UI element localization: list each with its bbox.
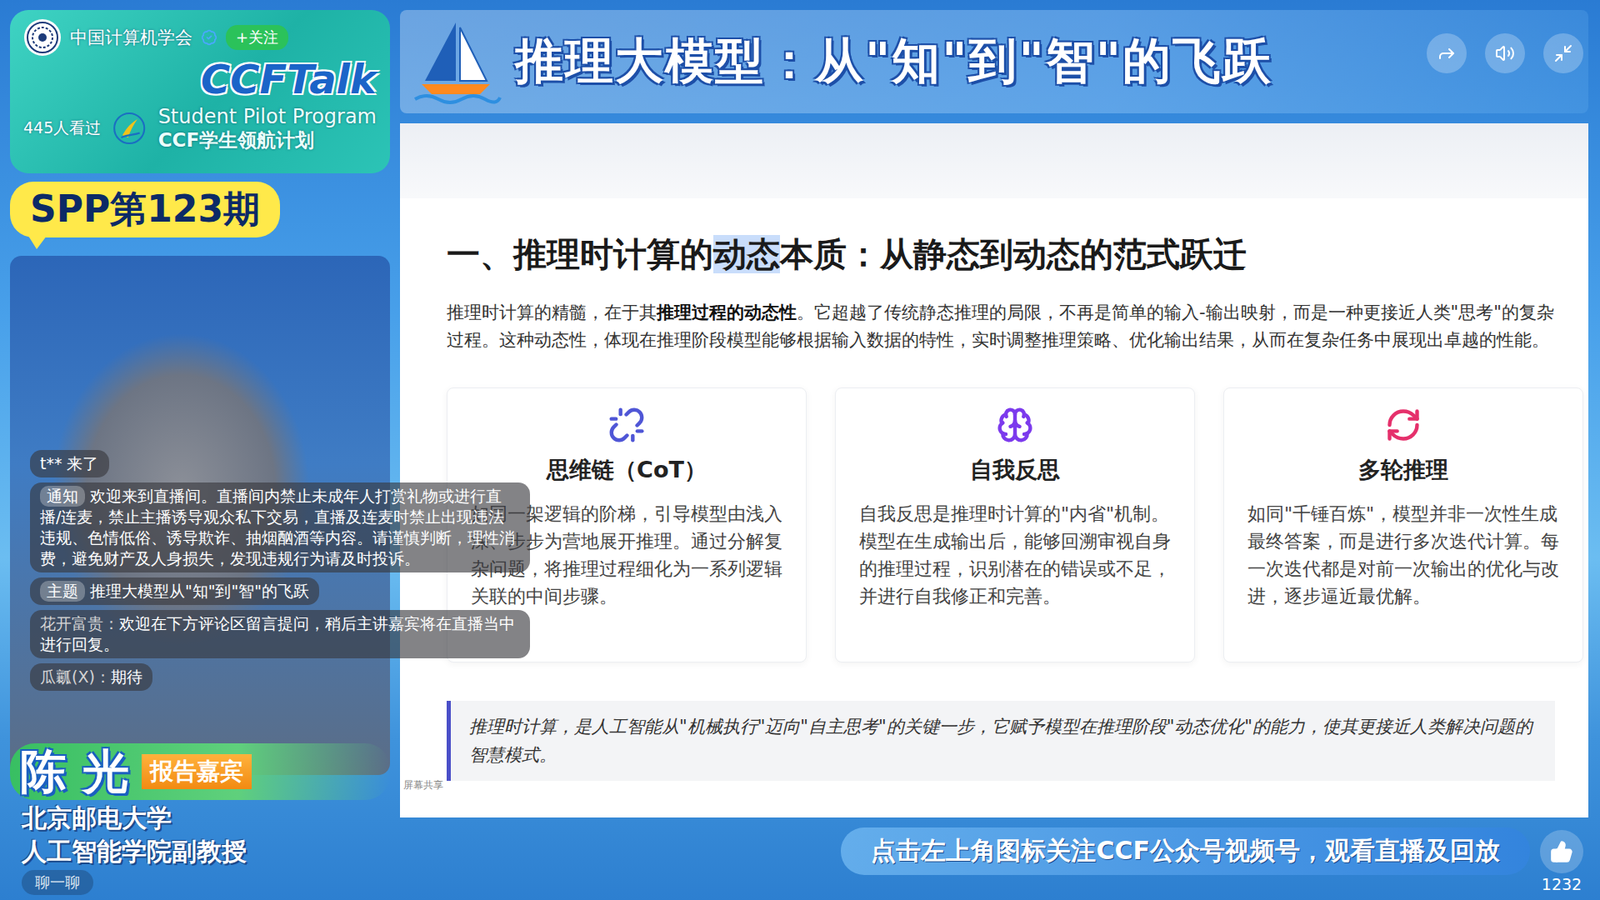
ccf-emblem-icon [23,18,62,57]
like-box: 1232 [1540,830,1584,894]
like-button[interactable] [1540,830,1584,874]
follow-button[interactable]: +关注 [225,25,289,50]
sailboat-logo-icon [410,15,502,108]
heading-part: 动态 [713,235,780,274]
shared-slide: 一、推理时计算的动态本质：从静态到动态的范式跃迁推理时计算的精髓，在于其推理过程… [400,123,1589,818]
concept-card: 多轮推理如同"千锤百炼"，模型并非一次性生成最终答案，而是进行多次迭代计算。每一… [1223,387,1584,663]
card-title: 多轮推理 [1358,455,1449,485]
player-controls [1426,33,1584,74]
title-banner: 推理大模型：从"知"到"智"的飞跃 [400,10,1589,114]
concept-cards: 思维链（CoT）如同一架逻辑的阶梯，引导模型由浅入深、步步为营地展开推理。通过分… [446,387,1589,663]
card-body: 自我反思是推理时计算的"内省"机制。模型在生成输出后，能够回溯审视自身的推理过程… [859,500,1171,610]
volume-icon [1495,43,1515,64]
right-column: 推理大模型：从"知"到"智"的飞跃一、推理时计算的动态本质：从静态到动态的范式跃… [400,10,1589,900]
minimize-button[interactable] [1543,33,1584,74]
verified-icon [200,29,218,46]
volume-button[interactable] [1485,33,1525,74]
chat-user: 花开富贵： [40,614,120,633]
chain-icon [608,406,645,444]
channel-panel: 中国计算机学会 +关注 CCFTalk 445人看过 Student Pilot Pro… [10,10,390,174]
chat-message: 主题推理大模型从"知"到"智"的飞跃 [30,577,320,605]
channel-header: 中国计算机学会 +关注 [23,18,377,57]
live-stream-page: 中国计算机学会 +关注 CCFTalk 445人看过 Student Pilot Pro… [0,0,1600,900]
thumbs-up-icon [1550,840,1574,864]
episode-badge: SPP第123期 [10,181,280,238]
slide-body: 一、推理时计算的动态本质：从静态到动态的范式跃迁推理时计算的精髓，在于其推理过程… [400,198,1589,781]
speaker-affiliation: 北京邮电大学 [10,803,390,834]
chat-message: 瓜瓤(X)：期待 [30,663,153,691]
like-count: 1232 [1541,875,1582,894]
card-title: 自我反思 [970,455,1060,485]
program-title: Student Pilot ProgramCCF学生领航计划 [158,105,377,152]
speaker-role: 报告嘉宾 [141,754,252,790]
slide-heading: 一、推理时计算的动态本质：从静态到动态的范式跃迁 [446,231,1589,278]
screen-share-label: 屏幕共享 [403,778,444,793]
heading-part: 一、推理时计算的 [446,235,714,274]
heading-part: 本质：从静态到动态的范式跃迁 [780,235,1247,274]
card-title: 思维链（CoT） [546,455,707,485]
chat-user: 瓜瓤(X)： [40,667,111,686]
concept-card: 自我反思自我反思是推理时计算的"内省"机制。模型在生成输出后，能够回溯审视自身的… [835,387,1195,663]
ccf-talk-logo: CCFTalk [200,58,377,100]
speaker-name-row: 陈 光报告嘉宾 [10,743,390,800]
share-icon [1436,43,1457,64]
chat-message: 通知欢迎来到直播间。直播间内禁止未成年人打赏礼物或进行直播/连麦，禁止主播诱导观… [30,482,530,573]
program-chinese: CCF学生领航计划 [158,129,377,153]
brain-icon [996,406,1034,444]
program-english: Student Pilot Program [158,105,377,130]
chat-message: 花开富贵：欢迎在下方评论区留言提问，稍后主讲嘉宾将在直播当中进行回复。 [30,610,530,659]
speaker-affiliation: 人工智能学院副教授 [10,836,390,867]
follow-banner: 点击左上角图标关注CCF公众号视频号，观看直播及回放 [840,827,1530,875]
speaker-card: 陈 光报告嘉宾北京邮电大学人工智能学院副教授聊一聊 [10,743,390,895]
chat-input[interactable]: 聊一聊 [21,870,94,895]
intro-part: 推理过程的动态性 [656,302,797,323]
intro-part: 推理时计算的精髓，在于其 [446,302,657,323]
channel-name[interactable]: 中国计算机学会 [70,25,193,50]
chat-overlay: t** 来了通知欢迎来到直播间。直播间内禁止未成年人打赏礼物或进行直播/连麦，禁… [30,450,530,691]
pilot-emblem-icon [110,101,148,155]
stream-title: 推理大模型：从"知"到"智"的飞跃 [515,29,1273,95]
speaker-name: 陈 光 [20,745,130,799]
program-row: 445人看过 Student Pilot ProgramCCF学生领航计划 [23,101,377,155]
share-button[interactable] [1426,33,1467,74]
refresh-icon [1385,406,1422,444]
card-body: 如同"千锤百炼"，模型并非一次性生成最终答案，而是进行多次迭代计算。每一次迭代都… [1247,500,1560,610]
slide-top-strip [400,123,1589,199]
chat-message: t** 来了 [30,450,110,478]
minimize-icon [1553,43,1574,64]
slide-intro: 推理时计算的精髓，在于其推理过程的动态性。它超越了传统静态推理的局限，不再是简单… [446,299,1564,355]
chat-tag: 主题 [40,580,85,602]
chat-tag: 通知 [40,485,85,507]
view-count: 445人看过 [23,117,101,140]
slide-quote: 推理时计算，是人工智能从"机械执行"迈向"自主思考"的关键一步，它赋予模型在推理… [446,700,1555,781]
